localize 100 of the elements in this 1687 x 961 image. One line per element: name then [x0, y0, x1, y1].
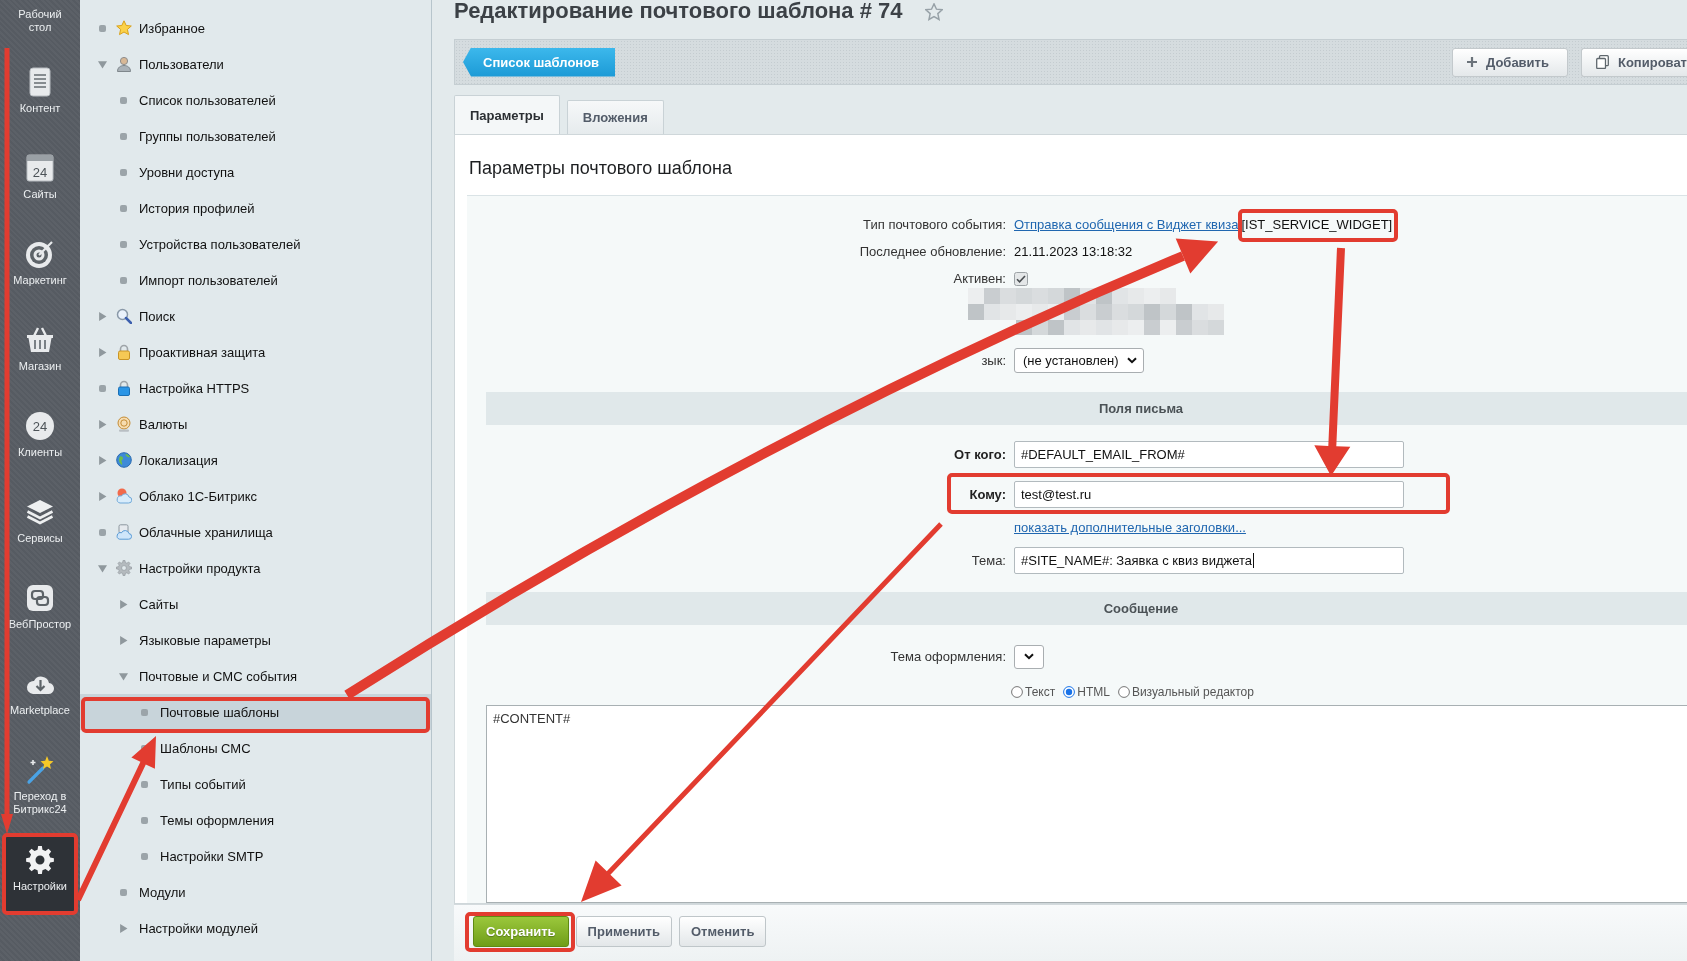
- menu-item[interactable]: История профилей: [80, 190, 431, 226]
- caret-right-icon[interactable]: [97, 455, 107, 465]
- text-field[interactable]: #SITE_NAME#: Заявка с квиз виджета: [1014, 547, 1404, 574]
- field-label: Тема:: [971, 553, 1006, 568]
- radio-option[interactable]: Текст: [1011, 685, 1056, 699]
- sidebar-item[interactable]: Магазин: [0, 310, 80, 396]
- menu-item[interactable]: Поиск: [80, 298, 431, 334]
- cloud-icon: [116, 488, 132, 504]
- sidebar-item[interactable]: Переход в Битрикс24: [0, 740, 80, 826]
- menu-item[interactable]: Облако 1С-Битрикс: [80, 478, 431, 514]
- target-icon: [25, 239, 55, 269]
- caret-down-icon[interactable]: [97, 59, 107, 69]
- bullet-icon: [119, 204, 127, 212]
- field-value: 21.11.2023 13:18:32: [1014, 244, 1133, 259]
- menu-item[interactable]: Настройки продукта: [80, 550, 431, 586]
- layers-icon: [25, 497, 55, 527]
- logo-icon: [25, 583, 55, 613]
- bullet-icon: [119, 276, 127, 284]
- sidebar-item[interactable]: ВебПростор: [0, 568, 80, 654]
- caret-right-icon[interactable]: [118, 599, 128, 609]
- coin-icon: [116, 416, 132, 432]
- sidebar-item[interactable]: 24 Клиенты: [0, 396, 80, 482]
- text-field[interactable]: #DEFAULT_EMAIL_FROM#: [1014, 441, 1404, 468]
- field-label: Активен:: [953, 271, 1006, 286]
- bullet-icon: [140, 708, 148, 716]
- sidebar-item[interactable]: Сервисы: [0, 482, 80, 568]
- panel-heading: Параметры почтового шаблона: [468, 157, 733, 180]
- menu-item[interactable]: Группы пользователей: [80, 118, 431, 154]
- field-label: Кому:: [969, 487, 1006, 502]
- bullet-icon: [140, 816, 148, 824]
- apply-button[interactable]: Применить: [575, 916, 672, 947]
- star-icon[interactable]: [924, 3, 943, 21]
- bullet-icon: [98, 528, 106, 536]
- menu-item[interactable]: Устройства пользователей: [80, 226, 431, 262]
- sidebar-item[interactable]: Маркетинг: [0, 224, 80, 310]
- copy-icon: [1595, 55, 1609, 69]
- bullet-icon: [119, 240, 127, 248]
- message-textarea[interactable]: #CONTENT#: [486, 705, 1687, 903]
- radio-icon[interactable]: [1117, 686, 1130, 698]
- dropdown[interactable]: [1014, 644, 1044, 669]
- menu-item[interactable]: Почтовые шаблоны: [80, 694, 431, 730]
- menu-item[interactable]: Настройка HTTPS: [80, 370, 431, 406]
- radio-icon[interactable]: [1011, 686, 1023, 698]
- field-label: зык:: [981, 353, 1006, 368]
- padlock-icon: [116, 380, 132, 396]
- bullet-icon: [119, 96, 127, 104]
- bullet-icon: [98, 384, 106, 392]
- menu-item[interactable]: Почтовые и СМС события: [80, 658, 431, 694]
- caret-right-icon[interactable]: [97, 419, 107, 429]
- caret-right-icon[interactable]: [97, 347, 107, 357]
- radio-option[interactable]: Визуальный редактор: [1117, 685, 1254, 699]
- radio-option[interactable]: HTML: [1063, 685, 1110, 699]
- sidebar-item[interactable]: Контент: [0, 52, 80, 138]
- menu-item[interactable]: Сайты: [80, 586, 431, 622]
- show-headers-link[interactable]: показать дополнительные заголовки...: [1014, 519, 1246, 535]
- search-icon: [116, 308, 132, 324]
- sidebar-item[interactable]: 24 Сайты: [0, 138, 80, 224]
- menu-item[interactable]: Модули: [80, 874, 431, 910]
- bullet-icon: [140, 852, 148, 860]
- checkbox[interactable]: [1014, 271, 1028, 286]
- menu-item[interactable]: Избранное: [80, 10, 431, 46]
- menu-item[interactable]: Настройки SMTP: [80, 838, 431, 874]
- event-type-link[interactable]: Отправка сообщения с Виджет квиза: [1014, 217, 1239, 232]
- section-header: Поля письма: [486, 392, 1687, 425]
- caret-right-icon[interactable]: [97, 311, 107, 321]
- menu-item[interactable]: Уровни доступа: [80, 154, 431, 190]
- sidebar-item[interactable]: Рабочий стол: [0, 0, 80, 52]
- caret-right-icon[interactable]: [97, 491, 107, 501]
- menu-item[interactable]: Типы событий: [80, 766, 431, 802]
- caret-down-icon[interactable]: [97, 563, 107, 573]
- padlock-icon: [116, 344, 132, 360]
- menu-item[interactable]: Темы оформления: [80, 802, 431, 838]
- menu-item[interactable]: Настройки модулей: [80, 910, 431, 946]
- menu-item[interactable]: Валюты: [80, 406, 431, 442]
- menu-item[interactable]: Импорт пользователей: [80, 262, 431, 298]
- menu-item[interactable]: Языковые параметры: [80, 622, 431, 658]
- tab[interactable]: Параметры: [454, 95, 560, 134]
- radio-icon[interactable]: [1063, 686, 1076, 698]
- menu-item[interactable]: Список пользователей: [80, 82, 431, 118]
- caret-right-icon[interactable]: [118, 923, 128, 933]
- add-button[interactable]: Добавить: [1452, 47, 1568, 77]
- dropdown[interactable]: (не установлен): [1014, 348, 1144, 373]
- sidebar-item[interactable]: Marketplace: [0, 654, 80, 740]
- cancel-button[interactable]: Отменить: [678, 916, 767, 947]
- tab[interactable]: Вложения: [566, 100, 664, 134]
- menu-item[interactable]: Локализация: [80, 442, 431, 478]
- gear-icon: [116, 560, 132, 576]
- text-field[interactable]: test@test.ru: [1014, 481, 1404, 508]
- cloud-storage-icon: [116, 524, 132, 540]
- sidebar-item[interactable]: Настройки: [5, 836, 75, 912]
- settings-icon: [25, 845, 55, 875]
- menu-item[interactable]: Облачные хранилища: [80, 514, 431, 550]
- copy-button[interactable]: Копироват: [1580, 47, 1687, 77]
- menu-item[interactable]: Пользователи: [80, 46, 431, 82]
- page-title: Редактирование почтового шаблона # 74: [454, 0, 903, 24]
- menu-item[interactable]: Проактивная защита: [80, 334, 431, 370]
- caret-down-icon[interactable]: [118, 671, 128, 681]
- bullet-icon: [140, 780, 148, 788]
- bullet-icon: [119, 132, 127, 140]
- caret-right-icon[interactable]: [118, 635, 128, 645]
